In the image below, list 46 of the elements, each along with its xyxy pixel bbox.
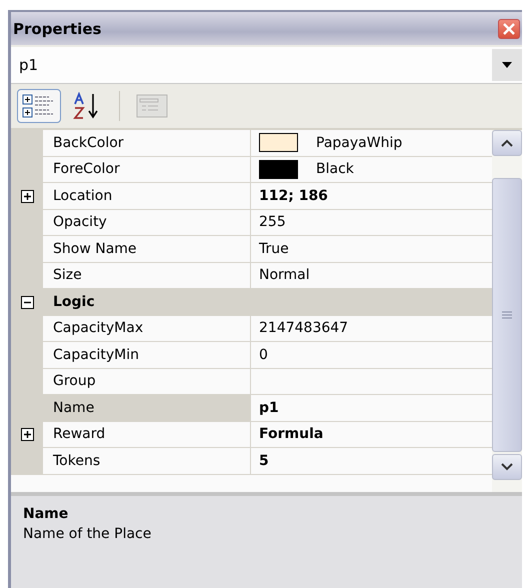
property-value[interactable]: 0: [259, 346, 268, 363]
scrollbar[interactable]: [492, 130, 522, 492]
category-row[interactable]: Logic: [11, 289, 492, 316]
property-name[interactable]: Show Name: [43, 236, 251, 262]
scroll-up-button[interactable]: [492, 130, 522, 156]
close-button[interactable]: [498, 18, 520, 38]
scroll-down-button[interactable]: [492, 454, 522, 480]
close-icon: [502, 22, 516, 34]
property-value[interactable]: p1: [259, 400, 279, 416]
categorized-button[interactable]: [17, 89, 61, 123]
property-value[interactable]: 5: [259, 452, 269, 469]
category-name: Logic: [52, 294, 96, 310]
property-value[interactable]: True: [259, 240, 289, 257]
property-name[interactable]: ForeColor: [43, 156, 251, 183]
property-name[interactable]: BackColor: [43, 130, 251, 156]
property-pages-icon: [136, 94, 168, 118]
property-name[interactable]: Opacity: [43, 210, 251, 236]
property-name[interactable]: Reward: [43, 422, 251, 448]
property-value[interactable]: Black: [316, 161, 354, 178]
dropdown-button[interactable]: [492, 49, 522, 81]
property-value[interactable]: Formula: [259, 426, 324, 442]
property-name[interactable]: Tokens: [43, 448, 251, 474]
collapse-icon[interactable]: [20, 296, 34, 309]
caret-icon: [502, 62, 512, 68]
expand-icon[interactable]: [20, 190, 34, 203]
property-value[interactable]: Normal: [259, 267, 310, 284]
description-text: Name of the Place: [23, 526, 152, 542]
object-selector[interactable]: p1: [11, 47, 522, 84]
chevron-up-icon: [501, 139, 513, 147]
chevron-down-icon: [501, 463, 513, 471]
scroll-thumb[interactable]: [492, 178, 522, 452]
expand-icon[interactable]: [20, 428, 34, 442]
property-value[interactable]: 255: [259, 214, 286, 230]
property-value[interactable]: PapayaWhip: [316, 134, 402, 151]
property-name[interactable]: Size: [43, 262, 251, 289]
property-value[interactable]: 2147483647: [259, 320, 348, 336]
property-name[interactable]: Location: [43, 183, 251, 210]
panel-title: Properties: [13, 20, 102, 38]
selected-object: p1: [18, 56, 40, 74]
property-name[interactable]: Name: [43, 395, 251, 422]
property-value[interactable]: 112; 186: [259, 188, 328, 204]
description-title: Name: [23, 506, 70, 522]
property-name[interactable]: Group: [43, 368, 251, 395]
property-name[interactable]: CapacityMax: [43, 316, 251, 342]
property-name[interactable]: CapacityMin: [43, 342, 251, 368]
grip-icon: [502, 311, 512, 319]
